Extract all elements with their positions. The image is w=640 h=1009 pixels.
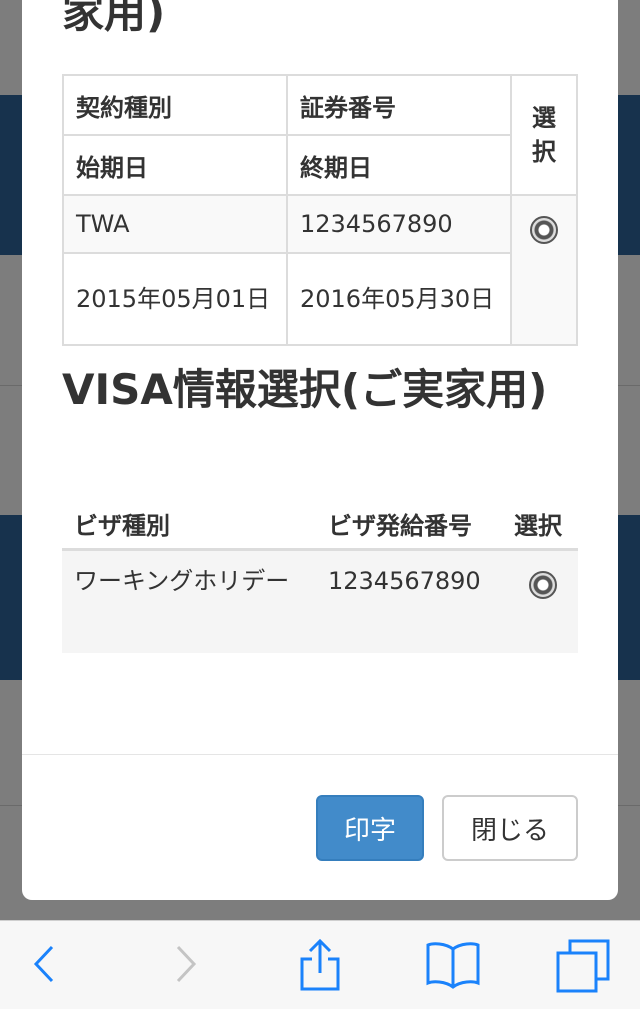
browser-toolbar bbox=[0, 920, 640, 1009]
contract-table: 契約種別 証券番号 選択 始期日 終期日 TWA 1234567890 2015… bbox=[62, 74, 578, 346]
cell-contract-type: TWA bbox=[62, 194, 288, 254]
header-end-date: 終期日 bbox=[286, 134, 512, 196]
header-contract-type: 契約種別 bbox=[62, 74, 288, 136]
visa-radio-button[interactable] bbox=[529, 571, 557, 599]
selection-modal: 家用) 契約種別 証券番号 選択 始期日 終期日 TWA 1234567890 … bbox=[22, 0, 618, 900]
header-visa-select: 選択 bbox=[508, 498, 578, 551]
cell-policy-number: 1234567890 bbox=[286, 194, 512, 254]
print-button[interactable]: 印字 bbox=[316, 795, 424, 861]
cell-start-date: 2015年05月01日 bbox=[62, 252, 288, 346]
modal-footer-divider bbox=[22, 754, 618, 755]
cell-select bbox=[510, 194, 578, 346]
cell-end-date: 2016年05月30日 bbox=[286, 252, 512, 346]
contract-radio-button[interactable] bbox=[530, 216, 558, 244]
section2-title: VISA情報選択(ご実家用) bbox=[62, 365, 548, 414]
header-visa-number: ビザ発給番号 bbox=[316, 498, 508, 551]
table-row: ワーキングホリデー 1234567890 bbox=[62, 549, 578, 653]
cell-visa-select bbox=[508, 549, 578, 653]
header-select-label: 選択 bbox=[532, 104, 556, 166]
header-policy-number: 証券番号 bbox=[286, 74, 512, 136]
cell-visa-type: ワーキングホリデー bbox=[62, 549, 316, 653]
section1-title: 家用) bbox=[62, 0, 166, 37]
share-icon[interactable] bbox=[298, 939, 342, 993]
header-start-date: 始期日 bbox=[62, 134, 288, 196]
back-icon[interactable] bbox=[28, 939, 60, 989]
close-button[interactable]: 閉じる bbox=[442, 795, 578, 861]
bookmarks-icon[interactable] bbox=[425, 939, 481, 989]
forward-icon[interactable] bbox=[170, 939, 202, 989]
table-row: TWA 1234567890 bbox=[62, 194, 578, 346]
cell-visa-number: 1234567890 bbox=[316, 549, 508, 653]
header-visa-type: ビザ種別 bbox=[62, 498, 316, 551]
tabs-icon[interactable] bbox=[556, 939, 610, 993]
header-select: 選択 bbox=[510, 74, 578, 196]
visa-table: ビザ種別 ビザ発給番号 選択 ワーキングホリデー 1234567890 bbox=[62, 498, 578, 653]
table-row: 2015年05月01日 2016年05月30日 bbox=[62, 252, 577, 346]
